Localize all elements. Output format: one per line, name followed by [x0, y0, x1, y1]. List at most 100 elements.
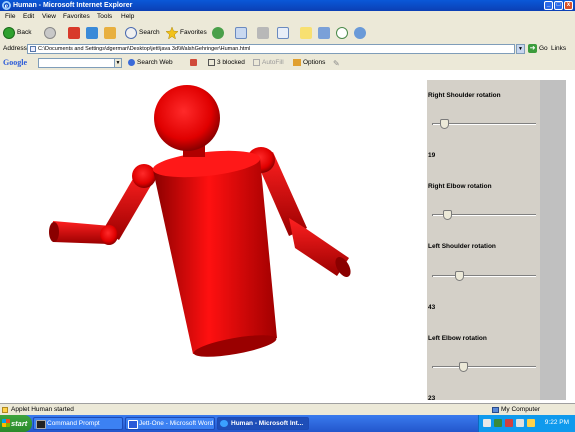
- news-button[interactable]: [190, 59, 197, 66]
- slider-thumb[interactable]: [455, 271, 464, 281]
- system-tray: 9:22 PM: [478, 415, 575, 432]
- close-button[interactable]: x: [564, 1, 573, 10]
- left-elbow-label: Left Elbow rotation: [428, 335, 487, 342]
- applet-icon: [2, 407, 8, 413]
- address-value: C:\Documents and Settings\dgermari\Deskt…: [38, 46, 251, 52]
- tray-icon-3[interactable]: [505, 419, 513, 427]
- refresh-button[interactable]: [86, 26, 98, 39]
- slider-track: [432, 366, 536, 368]
- back-label: Back: [17, 29, 32, 36]
- human-figure: [49, 85, 351, 357]
- address-input[interactable]: C:\Documents and Settings\dgermari\Deskt…: [27, 44, 515, 54]
- media-icon: [354, 26, 366, 39]
- address-dropdown-button[interactable]: ▼: [516, 44, 525, 54]
- options-label: Options: [303, 59, 326, 66]
- page-content: Right Shoulder rotation 19 Right Elbow r…: [0, 70, 575, 403]
- left-lower-arm: [289, 218, 351, 277]
- history-button[interactable]: [212, 26, 224, 39]
- menu-help[interactable]: Help: [121, 13, 134, 20]
- left-shoulder-slider[interactable]: [432, 271, 536, 281]
- task-ie-human[interactable]: Human - Microsoft Int...: [217, 417, 309, 430]
- popup-blocker-button[interactable]: 3 blocked: [208, 59, 245, 66]
- highlight-button[interactable]: ✎: [333, 59, 340, 68]
- options-icon: [293, 59, 301, 66]
- go-label: Go: [539, 45, 548, 52]
- task-word[interactable]: Jett-One - Microsoft Word: [125, 417, 215, 430]
- toolbar: Back Search Favorites: [0, 23, 575, 43]
- tray-icon-1[interactable]: [483, 419, 491, 427]
- left-shoulder-value: 43: [428, 304, 436, 311]
- forward-button[interactable]: [44, 26, 56, 39]
- mail-button[interactable]: [235, 26, 247, 39]
- word-icon: [277, 26, 289, 39]
- favorites-label: Favorites: [180, 29, 207, 36]
- menu-view[interactable]: View: [42, 13, 56, 20]
- page-scrollbar[interactable]: [540, 80, 566, 400]
- search-web-label: Search Web: [137, 59, 173, 66]
- tray-icon-2[interactable]: [494, 419, 502, 427]
- options-button[interactable]: Options: [293, 59, 325, 66]
- back-arrow-icon: [3, 26, 15, 39]
- stop-button[interactable]: [68, 26, 80, 39]
- ie-logo-icon: e: [2, 1, 11, 10]
- start-label: start: [11, 419, 28, 428]
- task-command-prompt[interactable]: Command Prompt: [33, 417, 123, 430]
- maximize-button[interactable]: □: [554, 1, 563, 10]
- print-button[interactable]: [257, 26, 269, 39]
- media-button[interactable]: [354, 26, 366, 39]
- word-icon: [128, 420, 138, 429]
- tray-icon-5[interactable]: [527, 419, 535, 427]
- control-panel: Right Shoulder rotation 19 Right Elbow r…: [427, 80, 540, 402]
- news-icon: [190, 59, 197, 66]
- windows-flag-icon: [2, 419, 10, 427]
- google-toolbar: Google ▼ Search Web 3 blocked AutoFill O…: [0, 56, 575, 71]
- clock: 9:22 PM: [544, 419, 569, 426]
- left-elbow-slider[interactable]: [432, 362, 536, 372]
- title-bar: e Human - Microsoft Internet Explorer _ …: [0, 0, 575, 11]
- google-search-dropdown[interactable]: ▼: [114, 58, 122, 68]
- research-icon: [318, 26, 330, 39]
- task-label: Command Prompt: [47, 420, 100, 427]
- right-shoulder-slider[interactable]: [432, 119, 536, 129]
- google-search-input[interactable]: [38, 58, 118, 68]
- menu-file[interactable]: File: [5, 13, 15, 20]
- menu-tools[interactable]: Tools: [97, 13, 112, 20]
- research-button[interactable]: [318, 26, 330, 39]
- links-button[interactable]: Links: [551, 45, 566, 52]
- star-icon: [166, 26, 178, 39]
- messenger-button[interactable]: [336, 26, 348, 39]
- slider-track: [432, 275, 536, 277]
- right-elbow-slider[interactable]: [432, 210, 536, 220]
- home-button[interactable]: [104, 26, 116, 39]
- status-text: Applet Human started: [11, 406, 74, 413]
- torso: [152, 150, 277, 357]
- search-button[interactable]: Search: [125, 26, 160, 39]
- start-button[interactable]: start: [0, 415, 32, 432]
- discuss-button[interactable]: [300, 26, 312, 39]
- back-button[interactable]: Back: [3, 26, 31, 39]
- mail-icon: [235, 26, 247, 39]
- go-button[interactable]: ➜ Go: [528, 44, 548, 53]
- applet-canvas[interactable]: [7, 80, 427, 398]
- head: [154, 85, 220, 157]
- autofill-button[interactable]: AutoFill: [253, 59, 284, 66]
- history-icon: [212, 26, 224, 39]
- favorites-button[interactable]: Favorites: [166, 26, 207, 39]
- stop-icon: [68, 26, 80, 39]
- minimize-button[interactable]: _: [544, 1, 553, 10]
- slider-thumb[interactable]: [443, 210, 452, 220]
- edit-button[interactable]: [277, 26, 289, 39]
- security-zone: My Computer: [492, 406, 540, 413]
- forward-arrow-icon: [44, 26, 56, 39]
- print-icon: [257, 26, 269, 39]
- speaker-icon[interactable]: [516, 419, 524, 427]
- slider-thumb[interactable]: [459, 362, 468, 372]
- search-web-button[interactable]: Search Web: [128, 59, 173, 66]
- taskbar: start Command Prompt Jett-One - Microsof…: [0, 415, 575, 432]
- autofill-icon: [253, 59, 260, 66]
- refresh-icon: [86, 26, 98, 39]
- menu-favorites[interactable]: Favorites: [63, 13, 90, 20]
- slider-thumb[interactable]: [440, 119, 449, 129]
- menu-edit[interactable]: Edit: [23, 13, 34, 20]
- google-logo[interactable]: Google: [3, 58, 27, 67]
